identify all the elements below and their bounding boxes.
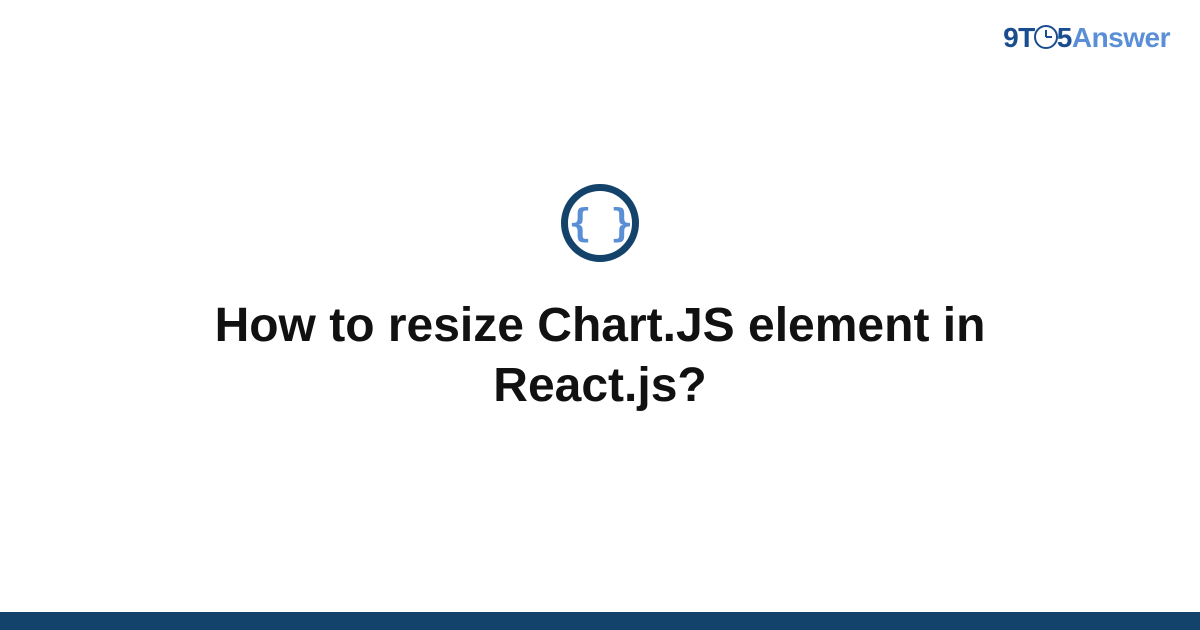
footer-accent-bar bbox=[0, 612, 1200, 630]
braces-glyph: { } bbox=[569, 201, 632, 245]
code-braces-icon: { } bbox=[561, 184, 639, 262]
main-content: { } How to resize Chart.JS element in Re… bbox=[0, 0, 1200, 630]
question-title: How to resize Chart.JS element in React.… bbox=[110, 296, 1090, 416]
